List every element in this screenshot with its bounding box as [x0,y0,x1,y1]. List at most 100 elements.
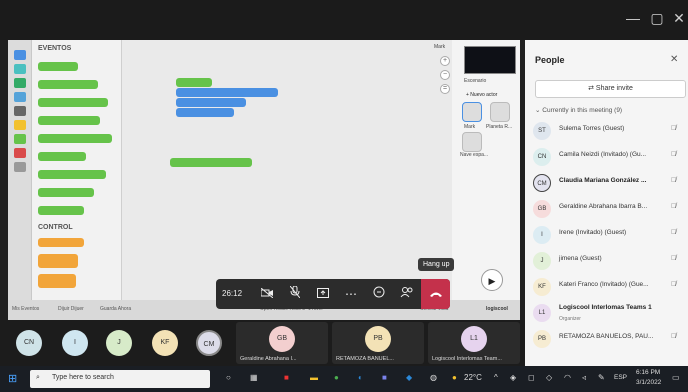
block-palette: EVENTOS CONTROL [32,40,122,300]
stage-sprite-name: Mark [434,44,446,50]
event-block[interactable] [38,116,100,125]
participant-name: Sulema Torres (Guest) [559,125,625,132]
motion-category-icon[interactable] [14,64,26,74]
event-block[interactable] [38,152,86,161]
sound-category-icon[interactable] [14,92,26,102]
control-block[interactable] [38,274,76,288]
code-workspace[interactable] [122,40,452,300]
zoom-in-button[interactable]: + [440,56,450,66]
close-icon[interactable]: ✕ [670,54,678,65]
play-icon[interactable]: ▶ [481,269,503,291]
pen-category-icon[interactable] [14,106,26,116]
mic-off-icon[interactable] [282,279,308,309]
minimize-button[interactable]: — [622,10,644,26]
tray-icon[interactable]: ◇ [546,373,552,382]
tray-icon[interactable]: ◻ [528,373,535,382]
maximize-button[interactable]: ▢ [646,10,668,27]
event-block[interactable] [38,170,106,179]
volume-icon[interactable]: ◃ [582,373,586,382]
video-tile[interactable]: GB Geraldine Abrahana I... [236,322,328,364]
stage-preview[interactable] [464,46,516,74]
sprite-thumbnail[interactable] [462,132,482,152]
participant-row[interactable]: J jimena (Guest) 🎙̸ [533,250,685,274]
windows-start-icon[interactable]: ⊞ [8,372,17,385]
hangup-button[interactable] [421,279,450,309]
network-icon[interactable]: ◠ [564,373,571,382]
control-category-icon[interactable] [14,120,26,130]
looks-category-icon[interactable] [14,78,26,88]
avatar[interactable]: CN [16,330,42,356]
teams-icon[interactable]: ■ [382,373,387,382]
operators-category-icon[interactable] [14,148,26,158]
participant-row[interactable]: GB Geraldine Abrahana Ibarra B... 🎙̸ [533,198,685,222]
event-block[interactable] [38,134,112,143]
participant-row[interactable]: CN Camila Neizdi (Invitado) (Gu... 🎙̸ [533,146,685,170]
taskbar-search[interactable]: ⌕ Type here to search [30,370,210,388]
sprite-thumbnail[interactable] [462,102,482,122]
avatar[interactable]: CM [196,330,222,356]
control-block[interactable] [38,254,78,268]
script-block[interactable] [176,98,246,107]
widgets-icon[interactable]: ▦ [250,373,258,382]
share-invite-button[interactable]: ⇄ Share invite [535,80,686,98]
clock-date[interactable]: 3/1/2022 [636,379,661,386]
avatar[interactable]: KF [152,330,178,356]
sensing-category-icon[interactable] [14,134,26,144]
footer-tab[interactable]: Dijuir Dijuer [58,306,84,312]
script-block[interactable] [176,108,234,117]
avatar[interactable]: I [62,330,88,356]
task-view-icon[interactable]: ○ [226,373,231,382]
app-icon[interactable]: ■ [284,373,289,382]
weather-temp[interactable]: 22°C [464,373,482,382]
event-block[interactable] [38,80,98,89]
people-icon[interactable] [394,279,420,309]
sprite-thumbnail[interactable] [490,102,510,122]
share-icon[interactable] [310,279,336,309]
chat-icon[interactable] [366,279,392,309]
app-icon[interactable]: ◆ [406,373,412,382]
event-block[interactable] [38,62,78,71]
participant-row[interactable]: PB RETAMOZA BANUELOS, PAU... 🎙̸ [533,328,685,352]
footer-tab[interactable]: Mis Eventos [12,306,39,312]
participant-row[interactable]: ST Sulema Torres (Guest) 🎙̸ [533,120,685,144]
event-block[interactable] [38,188,94,197]
language-indicator[interactable]: ESP [614,374,627,381]
participant-row[interactable]: CM Claudia Mariana González ... 🎙̸ [533,172,685,196]
notifications-icon[interactable]: ▭ [672,373,680,382]
folder-icon[interactable]: ▬ [310,373,318,382]
script-hat-block[interactable] [170,158,252,167]
participants-section-label[interactable]: ⌄ Currently in this meeting (9) [535,106,622,114]
control-block[interactable] [38,238,84,247]
add-sprite-button[interactable]: + Nuevo actor [466,92,497,98]
zoom-out-button[interactable]: − [440,70,450,80]
edge-icon[interactable]: ◐ [358,373,363,382]
participant-row[interactable]: L1 Logiscool Interlomas Teams 1 Organize… [533,302,685,326]
avatar: ST [533,122,551,140]
video-tile[interactable]: L1 Logiscool Interlomas Team... [428,322,520,364]
participant-row[interactable]: KF Kateri Franco (Invitado) (Gue... 🎙̸ [533,276,685,300]
participant-name: jimena (Guest) [559,255,602,262]
camera-off-icon[interactable] [254,279,280,309]
script-block[interactable] [176,88,278,97]
zoom-reset-button[interactable]: = [440,84,450,94]
app-icon[interactable]: ◍ [430,373,437,382]
script-hat-block[interactable] [176,78,212,87]
more-icon[interactable]: ⋯ [338,279,364,309]
tray-icon[interactable]: ◈ [510,373,516,382]
chrome-icon[interactable]: ● [334,373,339,382]
event-block[interactable] [38,206,84,215]
video-tile[interactable]: PB RETAMOZA BANUEL... [332,322,424,364]
participant-row[interactable]: I Irene (Invitado) (Guest) 🎙̸ [533,224,685,248]
variables-category-icon[interactable] [14,162,26,172]
participant-name: Kateri Franco (Invitado) (Gue... [559,281,649,288]
events-category-icon[interactable] [14,50,26,60]
palette-section-control: CONTROL [38,224,73,231]
event-block[interactable] [38,98,108,107]
avatar[interactable]: J [106,330,132,356]
participant-name: Logiscool Interlomas Teams 1 [559,304,652,311]
clock-time[interactable]: 6:16 PM [636,369,660,376]
pen-icon[interactable]: ✎ [598,373,605,382]
close-window-button[interactable]: ✕ [668,10,688,27]
footer-tab[interactable]: Guarda Ahora [100,306,131,312]
tray-chevron-icon[interactable]: ^ [494,373,498,382]
